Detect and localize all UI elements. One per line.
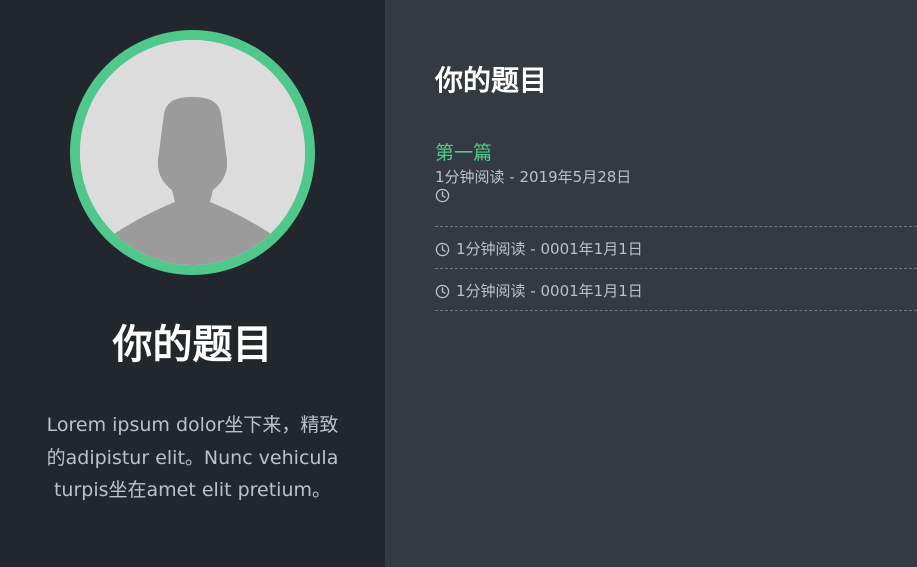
- list-item: 第一篇 1分钟阅读 - 2019年5月28日: [435, 138, 917, 227]
- avatar[interactable]: [80, 40, 305, 265]
- post-meta-row: 1分钟阅读 - 0001年1月1日: [435, 238, 917, 260]
- page-title: 你的题目: [435, 64, 548, 97]
- clock-icon: [435, 242, 450, 257]
- post-meta: 1分钟阅读 - 0001年1月1日: [456, 240, 643, 258]
- post-title-link[interactable]: 第一篇: [435, 140, 917, 166]
- page: 你的题目 Lorem ipsum dolor坐下来，精致的adipistur e…: [0, 0, 917, 567]
- avatar-ring: [70, 30, 315, 275]
- post-meta-icon-row: [435, 188, 917, 203]
- main-content: 你的题目 第一篇 1分钟阅读 - 2019年5月28日 1分钟阅读 - 0001…: [385, 0, 917, 567]
- sidebar: 你的题目 Lorem ipsum dolor坐下来，精致的adipistur e…: [0, 0, 385, 567]
- site-title[interactable]: 你的题目: [113, 319, 273, 371]
- post-meta-row: 1分钟阅读 - 0001年1月1日: [435, 280, 917, 302]
- clock-icon: [435, 284, 450, 299]
- post-meta: 1分钟阅读 - 2019年5月28日: [435, 168, 632, 186]
- site-description: Lorem ipsum dolor坐下来，精致的adipistur elit。N…: [46, 414, 339, 501]
- user-silhouette-icon: [80, 40, 305, 265]
- list-item: 1分钟阅读 - 0001年1月1日: [435, 227, 917, 269]
- clock-icon: [435, 188, 450, 203]
- post-meta: 1分钟阅读 - 0001年1月1日: [456, 282, 643, 300]
- list-item: 1分钟阅读 - 0001年1月1日: [435, 269, 917, 311]
- post-list: 第一篇 1分钟阅读 - 2019年5月28日 1分钟阅读 - 0001年1月1日: [435, 138, 917, 311]
